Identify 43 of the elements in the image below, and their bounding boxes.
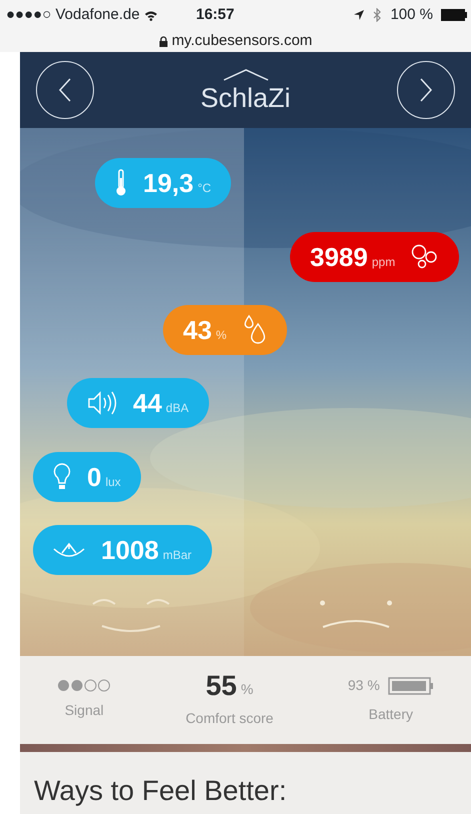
back-button[interactable]: [36, 61, 94, 119]
unit-label: °C: [198, 180, 212, 197]
chevron-left-icon: [58, 78, 72, 102]
section-heading: Ways to Feel Better:: [34, 775, 287, 806]
battery-percent: 100 %: [390, 4, 433, 25]
sensor-value: 0: [87, 460, 102, 494]
wifi-icon: [144, 10, 158, 20]
unit-label: lux: [105, 474, 121, 491]
sensor-value: 44: [133, 386, 162, 420]
comfort-score: 55: [206, 672, 237, 700]
lock-icon: [158, 36, 168, 46]
clock: 16:57: [196, 4, 236, 25]
bubbles-icon: [411, 244, 440, 270]
signal-label: Signal: [64, 701, 104, 720]
thermometer-icon: [115, 169, 127, 197]
sensor-value: 43: [183, 314, 212, 346]
location-arrow-icon: [353, 9, 366, 21]
sensor-value: 3989: [310, 240, 368, 274]
roof-icon: [222, 68, 268, 80]
battery-icon: [441, 9, 467, 21]
battery-label: Battery: [368, 705, 413, 724]
unit-label: %: [216, 327, 227, 344]
lightbulb-icon: [53, 463, 71, 491]
unit-label: ppm: [372, 254, 396, 271]
speaker-icon: [87, 390, 117, 416]
url-text: my.cubesensors.com: [172, 30, 312, 51]
comfort-score-label: Comfort score: [186, 708, 274, 728]
sad-face-drawing: [320, 600, 392, 630]
sensor-value: 19,3: [143, 166, 194, 200]
next-button[interactable]: [397, 61, 455, 119]
battery-level-icon: [388, 676, 434, 694]
sensor-value: 1008: [101, 534, 159, 566]
room-title: SchlaZi: [200, 84, 291, 112]
bluetooth-icon: [373, 8, 382, 22]
chevron-right-icon: [419, 78, 433, 102]
unit-label: dBA: [166, 400, 189, 417]
score-unit: %: [240, 680, 254, 698]
carrier-name: ●●●●○ Vodafone.de: [6, 4, 140, 25]
droplets-icon: [242, 314, 267, 346]
battery-value: 93 %: [348, 676, 380, 695]
unit-label: mBar: [162, 547, 192, 564]
barometer-icon: [53, 541, 85, 559]
signal-dots-icon: [57, 679, 112, 692]
